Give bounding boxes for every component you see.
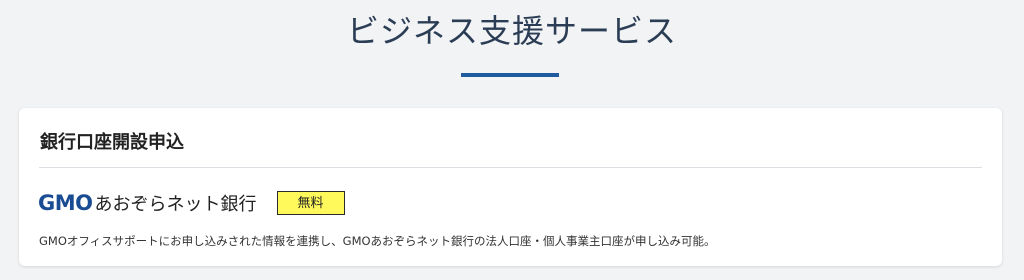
section-title: ビジネス支援サービス [346,12,677,50]
bank-account-card: 銀行口座開設申込 GMO あおぞらネット銀行 無料 GMOオフィスサポートにお申… [19,108,1002,266]
card-description: GMOオフィスサポートにお申し込みされた情報を連携し、GMOあおぞらネット銀行の… [39,234,716,248]
bank-name: あおぞらネット銀行 [94,194,257,215]
card-divider [39,167,982,168]
gmo-logo: GMO [38,191,93,215]
title-underline [461,73,559,77]
bank-row: GMO あおぞらネット銀行 無料 [38,188,345,218]
free-badge: 無料 [276,191,345,215]
section-header: ビジネス支援サービス [0,0,1024,96]
card-title: 銀行口座開設申込 [40,132,184,153]
